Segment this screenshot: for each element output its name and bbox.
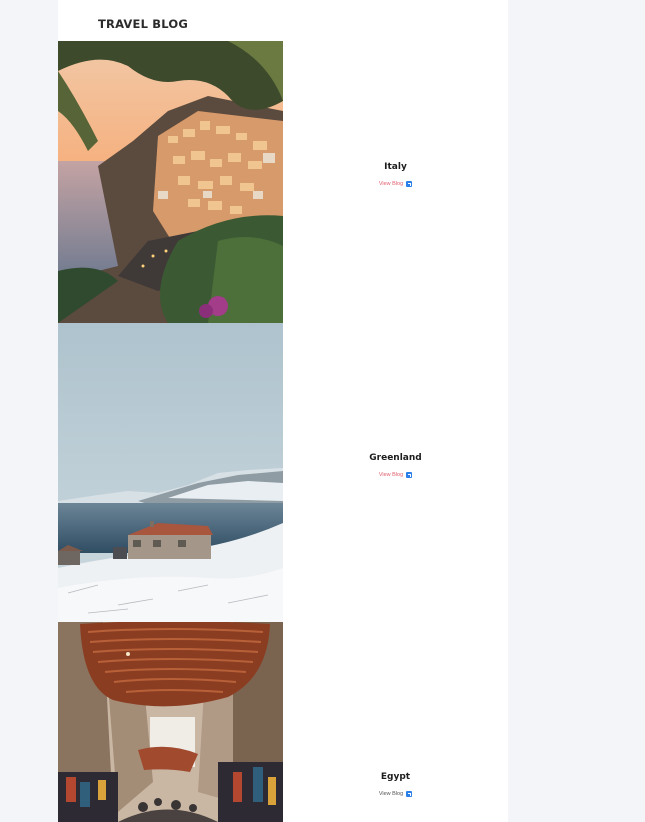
- italy-photo[interactable]: [58, 41, 283, 323]
- blog-card-info: Italy View Blog: [283, 162, 508, 190]
- view-blog-link[interactable]: View Blog: [378, 472, 413, 478]
- blog-panel: TRAVEL BLOG Italy View Blog Greenland Vi…: [58, 0, 508, 822]
- greenland-photo[interactable]: [58, 323, 283, 622]
- blog-card-italy: Italy View Blog: [58, 41, 508, 323]
- blog-card-info: Greenland View Blog: [283, 453, 508, 481]
- view-blog-label: View Blog: [378, 181, 404, 187]
- external-link-icon: [406, 181, 413, 187]
- card-title: Egypt: [380, 772, 411, 782]
- external-link-icon: [406, 472, 413, 478]
- card-title: Italy: [384, 162, 407, 172]
- page-title: TRAVEL BLOG: [98, 17, 189, 31]
- view-blog-link[interactable]: View Blog: [378, 791, 413, 797]
- view-blog-link[interactable]: View Blog: [378, 181, 413, 187]
- blog-card-egypt: Egypt View Blog: [58, 622, 508, 822]
- blog-card-info: Egypt View Blog: [283, 772, 508, 800]
- view-blog-label: View Blog: [378, 791, 404, 797]
- egypt-photo[interactable]: [58, 622, 283, 822]
- blog-card-greenland: Greenland View Blog: [58, 323, 508, 622]
- external-link-icon: [406, 791, 413, 797]
- card-title: Greenland: [369, 453, 422, 463]
- view-blog-label: View Blog: [378, 472, 404, 478]
